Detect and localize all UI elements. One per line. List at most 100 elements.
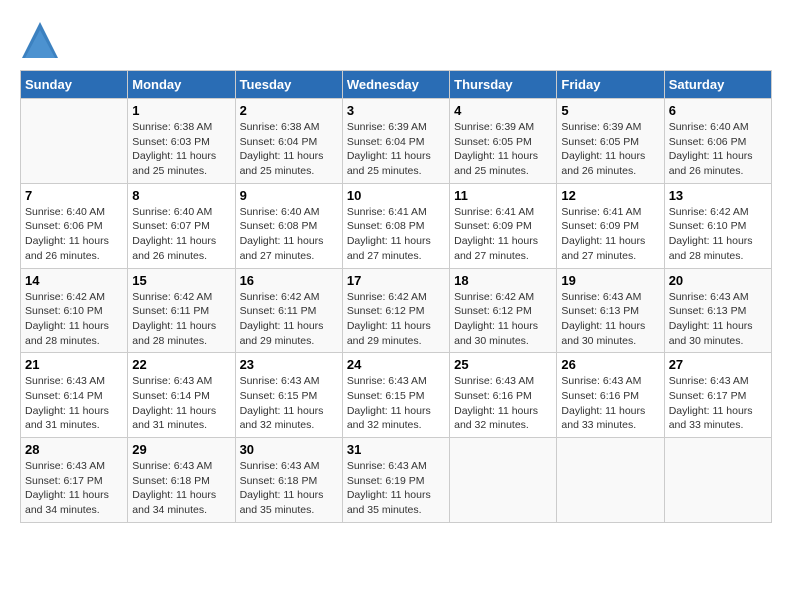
day-number: 20 bbox=[669, 273, 767, 288]
weekday-header-saturday: Saturday bbox=[664, 71, 771, 99]
day-number: 23 bbox=[240, 357, 338, 372]
calendar-cell: 23Sunrise: 6:43 AM Sunset: 6:15 PM Dayli… bbox=[235, 353, 342, 438]
calendar-cell: 1 Sunrise: 6:38 AM Sunset: 6:03 PM Daylig… bbox=[128, 99, 235, 184]
calendar-table: SundayMondayTuesdayWednesdayThursdayFrid… bbox=[20, 70, 772, 523]
day-info: Sunrise: 6:40 AM Sunset: 6:08 PM Dayligh… bbox=[240, 205, 338, 264]
day-number: 11 bbox=[454, 188, 552, 203]
calendar-cell: 21Sunrise: 6:43 AM Sunset: 6:14 PM Dayli… bbox=[21, 353, 128, 438]
calendar-cell: 9 Sunrise: 6:40 AM Sunset: 6:08 PM Daylig… bbox=[235, 183, 342, 268]
calendar-cell: 14 Sunrise: 6:42 AM Sunset: 6:10 PM Dayli… bbox=[21, 268, 128, 353]
calendar-cell: 5Sunrise: 6:39 AM Sunset: 6:05 PM Daylig… bbox=[557, 99, 664, 184]
day-number: 3 bbox=[347, 103, 445, 118]
day-info: Sunrise: 6:43 AM Sunset: 6:18 PM Dayligh… bbox=[240, 459, 338, 518]
calendar-cell: 31 Sunrise: 6:43 AM Sunset: 6:19 PM Dayli… bbox=[342, 438, 449, 523]
day-info: Sunrise: 6:40 AM Sunset: 6:06 PM Dayligh… bbox=[669, 120, 767, 179]
calendar-cell: 28 Sunrise: 6:43 AM Sunset: 6:17 PM Dayli… bbox=[21, 438, 128, 523]
calendar-cell bbox=[21, 99, 128, 184]
page-header bbox=[20, 20, 772, 60]
calendar-cell: 30 Sunrise: 6:43 AM Sunset: 6:18 PM Dayli… bbox=[235, 438, 342, 523]
calendar-cell: 6 Sunrise: 6:40 AM Sunset: 6:06 PM Daylig… bbox=[664, 99, 771, 184]
calendar-cell bbox=[557, 438, 664, 523]
day-number: 25 bbox=[454, 357, 552, 372]
weekday-header-monday: Monday bbox=[128, 71, 235, 99]
day-number: 22 bbox=[132, 357, 230, 372]
calendar-cell: 12 Sunrise: 6:41 AM Sunset: 6:09 PM Dayli… bbox=[557, 183, 664, 268]
calendar-cell: 3 Sunrise: 6:39 AM Sunset: 6:04 PM Daylig… bbox=[342, 99, 449, 184]
weekday-header-thursday: Thursday bbox=[450, 71, 557, 99]
day-number: 30 bbox=[240, 442, 338, 457]
day-info: Sunrise: 6:42 AM Sunset: 6:12 PM Dayligh… bbox=[454, 290, 552, 349]
day-number: 14 bbox=[25, 273, 123, 288]
day-info: Sunrise: 6:43 AM Sunset: 6:14 PM Dayligh… bbox=[132, 374, 230, 433]
day-number: 5 bbox=[561, 103, 659, 118]
day-number: 9 bbox=[240, 188, 338, 203]
day-info: Sunrise: 6:43 AM Sunset: 6:16 PM Dayligh… bbox=[454, 374, 552, 433]
day-number: 12 bbox=[561, 188, 659, 203]
day-info: Sunrise: 6:41 AM Sunset: 6:09 PM Dayligh… bbox=[454, 205, 552, 264]
calendar-cell: 29 Sunrise: 6:43 AM Sunset: 6:18 PM Dayli… bbox=[128, 438, 235, 523]
day-number: 15 bbox=[132, 273, 230, 288]
weekday-header-wednesday: Wednesday bbox=[342, 71, 449, 99]
day-number: 19 bbox=[561, 273, 659, 288]
day-number: 7 bbox=[25, 188, 123, 203]
calendar-cell: 2Sunrise: 6:38 AM Sunset: 6:04 PM Daylig… bbox=[235, 99, 342, 184]
day-info: Sunrise: 6:42 AM Sunset: 6:11 PM Dayligh… bbox=[132, 290, 230, 349]
day-info: Sunrise: 6:43 AM Sunset: 6:19 PM Dayligh… bbox=[347, 459, 445, 518]
day-info: Sunrise: 6:38 AM Sunset: 6:03 PM Dayligh… bbox=[132, 120, 230, 179]
day-number: 4 bbox=[454, 103, 552, 118]
day-info: Sunrise: 6:39 AM Sunset: 6:05 PM Dayligh… bbox=[454, 120, 552, 179]
calendar-week-row: 21Sunrise: 6:43 AM Sunset: 6:14 PM Dayli… bbox=[21, 353, 772, 438]
calendar-week-row: 14 Sunrise: 6:42 AM Sunset: 6:10 PM Dayli… bbox=[21, 268, 772, 353]
day-info: Sunrise: 6:40 AM Sunset: 6:06 PM Dayligh… bbox=[25, 205, 123, 264]
calendar-cell bbox=[664, 438, 771, 523]
day-info: Sunrise: 6:43 AM Sunset: 6:17 PM Dayligh… bbox=[669, 374, 767, 433]
calendar-cell: 26Sunrise: 6:43 AM Sunset: 6:16 PM Dayli… bbox=[557, 353, 664, 438]
day-number: 17 bbox=[347, 273, 445, 288]
day-number: 10 bbox=[347, 188, 445, 203]
day-number: 18 bbox=[454, 273, 552, 288]
day-number: 6 bbox=[669, 103, 767, 118]
calendar-cell bbox=[450, 438, 557, 523]
day-number: 29 bbox=[132, 442, 230, 457]
day-info: Sunrise: 6:42 AM Sunset: 6:10 PM Dayligh… bbox=[25, 290, 123, 349]
calendar-cell: 22 Sunrise: 6:43 AM Sunset: 6:14 PM Dayli… bbox=[128, 353, 235, 438]
day-info: Sunrise: 6:41 AM Sunset: 6:09 PM Dayligh… bbox=[561, 205, 659, 264]
day-info: Sunrise: 6:39 AM Sunset: 6:04 PM Dayligh… bbox=[347, 120, 445, 179]
calendar-cell: 16Sunrise: 6:42 AM Sunset: 6:11 PM Dayli… bbox=[235, 268, 342, 353]
calendar-cell: 24Sunrise: 6:43 AM Sunset: 6:15 PM Dayli… bbox=[342, 353, 449, 438]
calendar-cell: 11 Sunrise: 6:41 AM Sunset: 6:09 PM Dayli… bbox=[450, 183, 557, 268]
weekday-header-sunday: Sunday bbox=[21, 71, 128, 99]
day-number: 13 bbox=[669, 188, 767, 203]
day-info: Sunrise: 6:43 AM Sunset: 6:16 PM Dayligh… bbox=[561, 374, 659, 433]
day-info: Sunrise: 6:40 AM Sunset: 6:07 PM Dayligh… bbox=[132, 205, 230, 264]
weekday-header-row: SundayMondayTuesdayWednesdayThursdayFrid… bbox=[21, 71, 772, 99]
day-info: Sunrise: 6:43 AM Sunset: 6:18 PM Dayligh… bbox=[132, 459, 230, 518]
calendar-cell: 17 Sunrise: 6:42 AM Sunset: 6:12 PM Dayli… bbox=[342, 268, 449, 353]
day-info: Sunrise: 6:42 AM Sunset: 6:12 PM Dayligh… bbox=[347, 290, 445, 349]
calendar-cell: 7 Sunrise: 6:40 AM Sunset: 6:06 PM Daylig… bbox=[21, 183, 128, 268]
day-number: 8 bbox=[132, 188, 230, 203]
day-number: 31 bbox=[347, 442, 445, 457]
calendar-week-row: 28 Sunrise: 6:43 AM Sunset: 6:17 PM Dayli… bbox=[21, 438, 772, 523]
day-info: Sunrise: 6:41 AM Sunset: 6:08 PM Dayligh… bbox=[347, 205, 445, 264]
calendar-cell: 25 Sunrise: 6:43 AM Sunset: 6:16 PM Dayli… bbox=[450, 353, 557, 438]
calendar-cell: 4 Sunrise: 6:39 AM Sunset: 6:05 PM Daylig… bbox=[450, 99, 557, 184]
calendar-cell: 18 Sunrise: 6:42 AM Sunset: 6:12 PM Dayli… bbox=[450, 268, 557, 353]
day-number: 27 bbox=[669, 357, 767, 372]
weekday-header-tuesday: Tuesday bbox=[235, 71, 342, 99]
day-number: 28 bbox=[25, 442, 123, 457]
calendar-cell: 27 Sunrise: 6:43 AM Sunset: 6:17 PM Dayli… bbox=[664, 353, 771, 438]
day-number: 2 bbox=[240, 103, 338, 118]
day-info: Sunrise: 6:43 AM Sunset: 6:17 PM Dayligh… bbox=[25, 459, 123, 518]
logo-icon bbox=[20, 20, 60, 60]
calendar-cell: 19 Sunrise: 6:43 AM Sunset: 6:13 PM Dayli… bbox=[557, 268, 664, 353]
day-info: Sunrise: 6:43 AM Sunset: 6:13 PM Dayligh… bbox=[561, 290, 659, 349]
day-info: Sunrise: 6:43 AM Sunset: 6:15 PM Dayligh… bbox=[347, 374, 445, 433]
day-number: 1 bbox=[132, 103, 230, 118]
day-number: 16 bbox=[240, 273, 338, 288]
calendar-cell: 10 Sunrise: 6:41 AM Sunset: 6:08 PM Dayli… bbox=[342, 183, 449, 268]
calendar-cell: 8 Sunrise: 6:40 AM Sunset: 6:07 PM Daylig… bbox=[128, 183, 235, 268]
calendar-week-row: 1 Sunrise: 6:38 AM Sunset: 6:03 PM Daylig… bbox=[21, 99, 772, 184]
calendar-cell: 20Sunrise: 6:43 AM Sunset: 6:13 PM Dayli… bbox=[664, 268, 771, 353]
calendar-week-row: 7 Sunrise: 6:40 AM Sunset: 6:06 PM Daylig… bbox=[21, 183, 772, 268]
